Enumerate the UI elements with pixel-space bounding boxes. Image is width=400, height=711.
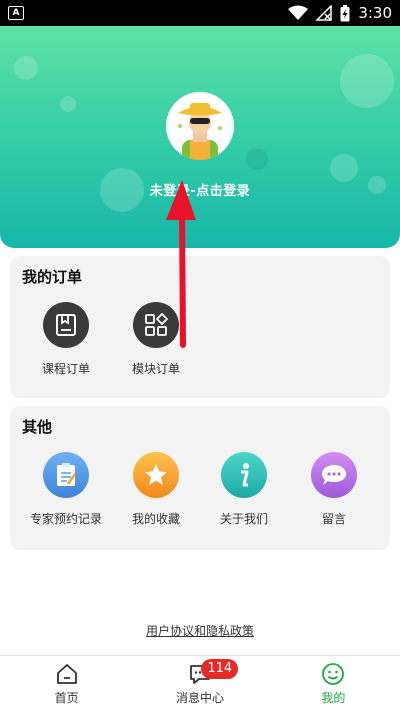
- policy-area: 用户协议和隐私政策: [0, 622, 400, 639]
- wifi-icon: [288, 5, 309, 20]
- tab-mine[interactable]: 我的: [267, 656, 400, 711]
- smile-icon: [322, 663, 345, 685]
- profile-header[interactable]: 未登录-点击登录: [0, 26, 400, 248]
- tab-messages[interactable]: 消息中心 114: [133, 656, 266, 711]
- battery-charging-icon: [340, 4, 350, 21]
- other-title: 其他: [22, 418, 53, 436]
- messages-button[interactable]: 留言: [288, 452, 380, 527]
- other-card: 其他 专家预约记录 我的收藏 关于我们 留言: [10, 406, 390, 550]
- module-orders-button[interactable]: 模块订单: [110, 302, 202, 377]
- bottom-tab-bar: 首页 消息中心 114 我的: [0, 655, 400, 711]
- orders-title: 我的订单: [22, 268, 83, 286]
- course-orders-button[interactable]: 课程订单: [20, 302, 112, 377]
- clipboard-icon: [57, 463, 77, 486]
- farmer-avatar-icon: [178, 103, 222, 160]
- info-icon: [241, 463, 249, 487]
- course-orders-label: 课程订单: [41, 362, 90, 376]
- book-icon: [56, 314, 76, 336]
- decorative-bubble: [246, 148, 268, 170]
- decorative-bubble: [340, 54, 394, 108]
- status-icons: 3:30: [288, 4, 392, 22]
- tab-home[interactable]: 首页: [0, 656, 133, 711]
- decorative-bubble: [330, 154, 358, 182]
- module-orders-label: 模块订单: [131, 362, 180, 376]
- decorative-bubble: [60, 96, 76, 112]
- policy-link[interactable]: 用户协议和隐私政策: [146, 624, 254, 638]
- signal-off-icon: [316, 5, 333, 21]
- decorative-bubble: [14, 56, 38, 80]
- notification-icon: A: [8, 6, 24, 20]
- status-bar: A 3:30: [0, 0, 400, 26]
- favorites-button[interactable]: 我的收藏: [110, 452, 202, 527]
- favorites-label: 我的收藏: [131, 512, 180, 526]
- unread-badge: 114: [201, 659, 239, 679]
- tab-home-label: 首页: [54, 691, 79, 705]
- home-icon: [56, 664, 77, 684]
- expert-appointments-label: 专家预约记录: [29, 512, 102, 526]
- login-prompt[interactable]: 未登录-点击登录: [0, 180, 400, 199]
- messages-label: 留言: [321, 512, 346, 526]
- orders-card: 我的订单 课程订单 模块订单: [10, 256, 390, 398]
- modules-icon: [145, 313, 168, 336]
- tab-mine-label: 我的: [321, 691, 346, 705]
- about-us-button[interactable]: 关于我们: [198, 452, 290, 527]
- status-time: 3:30: [358, 4, 392, 22]
- tab-messages-label: 消息中心: [175, 691, 224, 705]
- about-us-label: 关于我们: [219, 512, 268, 526]
- user-avatar[interactable]: [166, 92, 234, 160]
- chat-icon: [322, 465, 346, 485]
- expert-appointments-button[interactable]: 专家预约记录: [20, 452, 112, 527]
- star-icon: [145, 464, 167, 485]
